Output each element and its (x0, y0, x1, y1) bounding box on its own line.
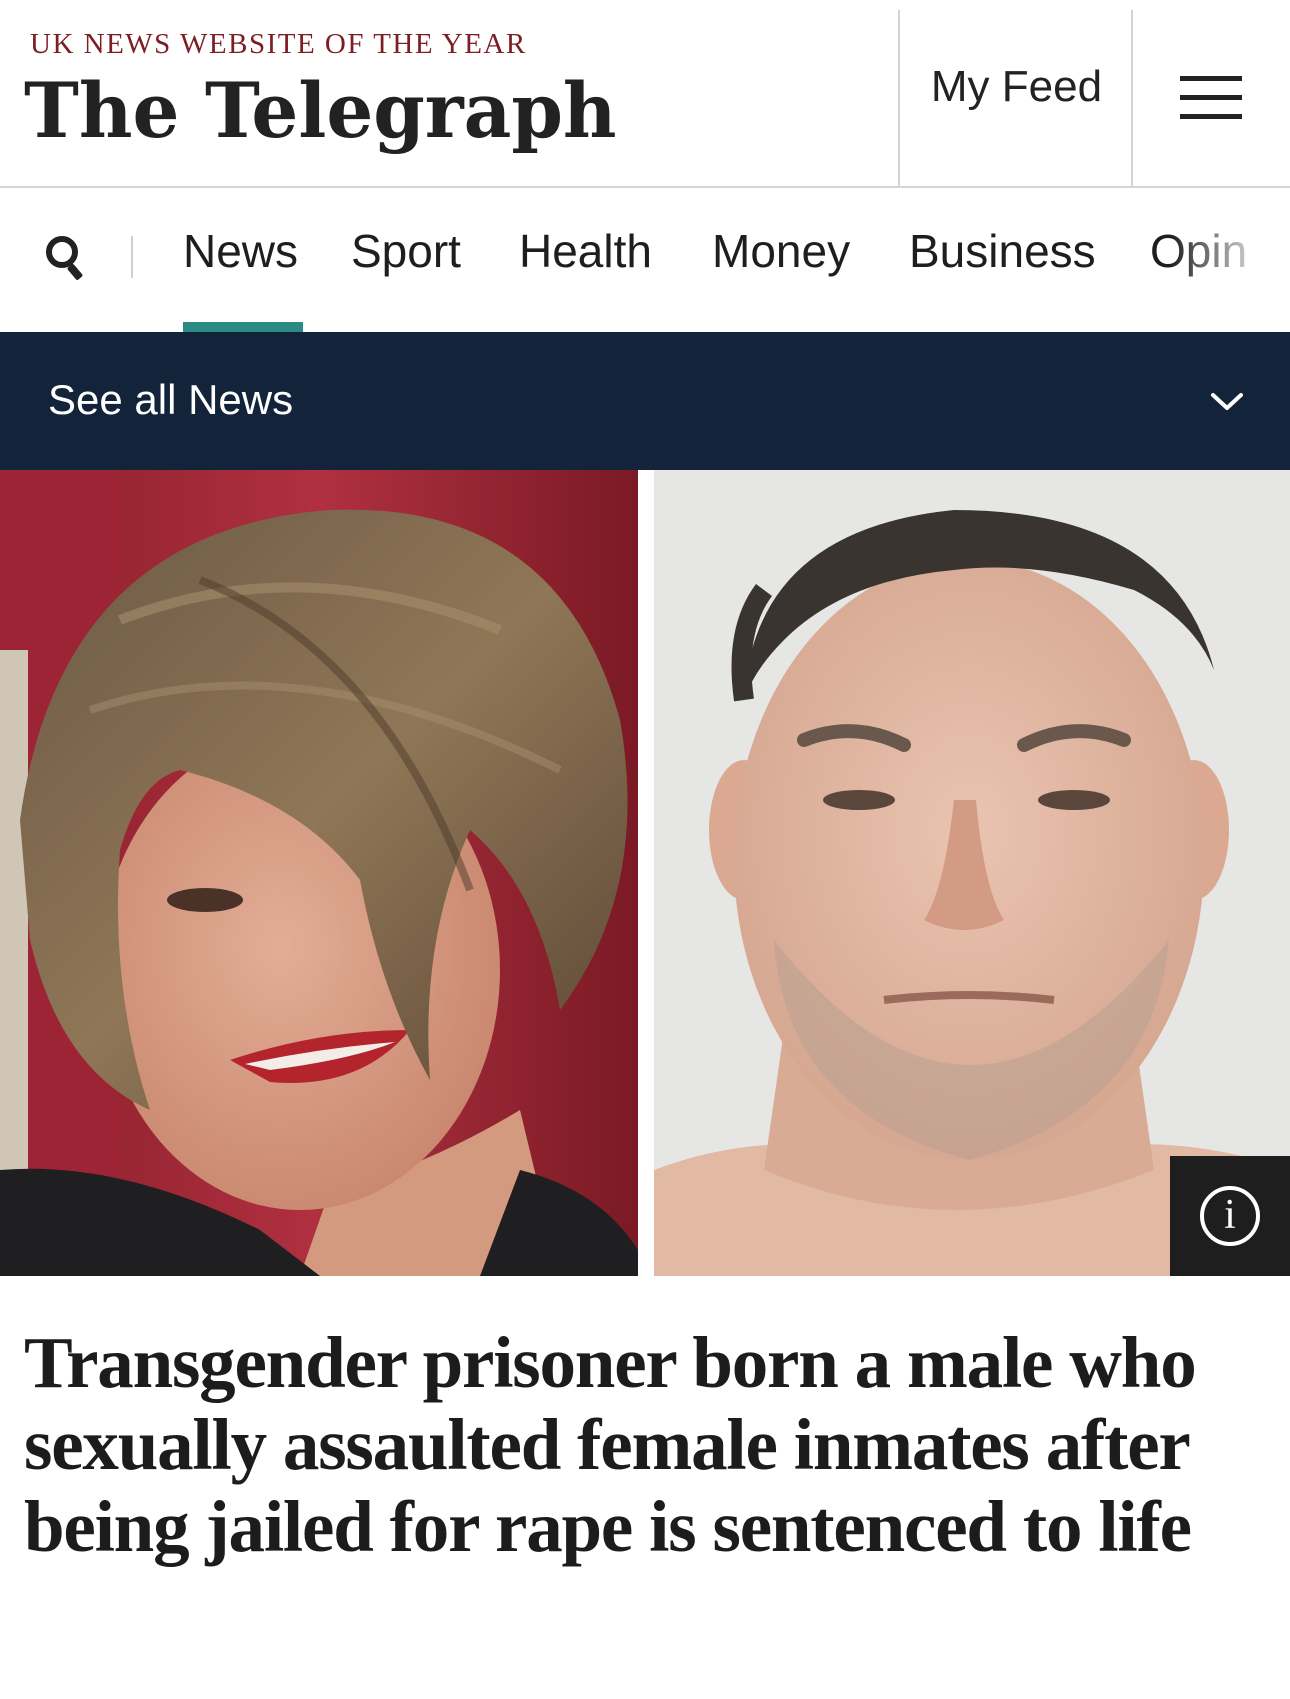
nav-item-health[interactable]: Health (519, 224, 652, 278)
nav-active-indicator (183, 322, 303, 332)
nav-divider (131, 236, 133, 278)
article-hero-image (0, 470, 1290, 1276)
nav-item-news[interactable]: News (183, 224, 298, 278)
see-all-news-label: See all News (48, 376, 294, 423)
article-headline[interactable]: Transgender prisoner born a male who sex… (24, 1322, 1274, 1568)
nav-item-money[interactable]: Money (712, 224, 850, 278)
portrait-photo-left (0, 470, 638, 1276)
info-icon-glyph: i (1224, 1192, 1236, 1238)
chevron-down-icon[interactable] (1210, 392, 1244, 412)
header-divider (898, 10, 900, 186)
nav-item-sport[interactable]: Sport (351, 224, 461, 278)
masthead-tagline: UK NEWS WEBSITE OF THE YEAR (30, 28, 527, 60)
nav-item-opinion[interactable]: Opin (1150, 224, 1247, 278)
masthead: UK NEWS WEBSITE OF THE YEAR The Telegrap… (0, 0, 1290, 188)
header-divider (1131, 10, 1133, 186)
see-all-news-bar[interactable]: See all News (0, 332, 1290, 470)
section-nav: News Sport Health Money Business Opin (0, 188, 1290, 332)
image-info-button[interactable]: i (1170, 1156, 1290, 1276)
telegraph-logo[interactable]: The Telegraph (24, 66, 617, 155)
hamburger-menu-icon[interactable] (1180, 76, 1242, 120)
nav-item-business[interactable]: Business (909, 224, 1096, 278)
search-icon[interactable] (44, 234, 86, 282)
my-feed-link[interactable]: My Feed (902, 62, 1131, 112)
